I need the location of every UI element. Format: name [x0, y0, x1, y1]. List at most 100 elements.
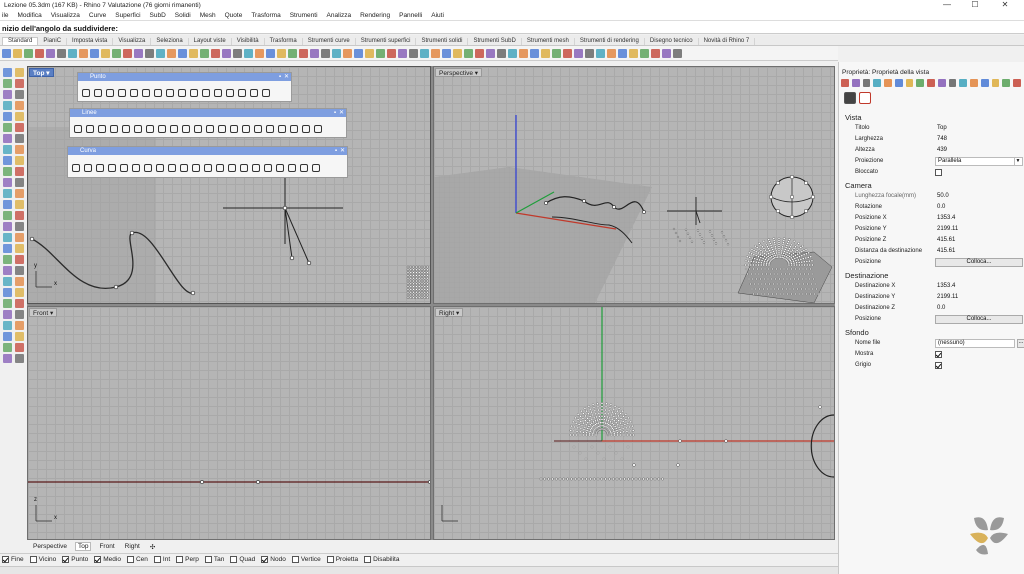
osnap-checkbox[interactable]: [94, 556, 102, 563]
point-object[interactable]: [596, 405, 600, 409]
point-object[interactable]: [582, 412, 585, 415]
point-object[interactable]: [423, 282, 426, 286]
point-object[interactable]: [798, 267, 801, 271]
point-object[interactable]: [700, 237, 704, 240]
drawing-tool-icon[interactable]: [254, 124, 262, 133]
drawing-tool-icon[interactable]: [120, 163, 128, 172]
toolbar-tool-icon[interactable]: [541, 48, 550, 58]
toolbar-tool-icon[interactable]: [68, 48, 77, 58]
point-object[interactable]: [577, 423, 581, 426]
toolbar-tool-icon[interactable]: [475, 48, 484, 58]
side-tool-icon[interactable]: [15, 156, 24, 165]
distanza-value[interactable]: 415.61: [935, 247, 1011, 256]
point-object[interactable]: [576, 418, 580, 421]
point-object[interactable]: [789, 277, 792, 281]
point-object[interactable]: [777, 245, 781, 248]
point-object[interactable]: [785, 287, 788, 291]
point-object[interactable]: [594, 419, 597, 422]
point-object[interactable]: [585, 429, 589, 432]
point-object[interactable]: [418, 282, 421, 286]
point-object[interactable]: [767, 292, 770, 296]
point-object[interactable]: [626, 422, 629, 425]
point-object[interactable]: [768, 194, 774, 200]
vtab-right[interactable]: Right: [123, 543, 142, 550]
tab-strumenti-curve[interactable]: Strumenti curve: [303, 38, 356, 45]
point-object[interactable]: [800, 287, 803, 291]
point-object[interactable]: [632, 429, 635, 432]
point-object[interactable]: [420, 290, 424, 294]
point-object[interactable]: [808, 263, 811, 267]
drawing-tool-icon[interactable]: [266, 124, 274, 133]
point-object[interactable]: [617, 419, 620, 422]
point-object[interactable]: [609, 413, 613, 417]
point-object[interactable]: [420, 265, 424, 269]
panel-tab-icon[interactable]: [927, 79, 935, 87]
point-object[interactable]: [543, 477, 547, 481]
osnap-checkbox[interactable]: [62, 556, 70, 563]
point-object[interactable]: [609, 403, 613, 406]
osnap-vicino[interactable]: Vicino: [29, 556, 56, 563]
point-object[interactable]: [757, 263, 760, 267]
point-object[interactable]: [415, 276, 418, 280]
point-object[interactable]: [753, 257, 756, 260]
point-object[interactable]: [780, 249, 783, 253]
point-object[interactable]: [754, 244, 757, 248]
point-object[interactable]: [801, 292, 804, 296]
point-object[interactable]: [619, 431, 622, 434]
point-object[interactable]: [418, 265, 421, 269]
vtab-perspective[interactable]: Perspective: [31, 543, 69, 550]
drawing-tool-icon[interactable]: [156, 163, 164, 172]
tab-trasforma[interactable]: Trasforma: [265, 38, 303, 45]
point-object[interactable]: [758, 242, 761, 245]
posy-value[interactable]: 2199.11: [935, 225, 1011, 234]
toolbar-tool-icon[interactable]: [486, 48, 495, 58]
toolbar-tool-icon[interactable]: [46, 48, 55, 58]
point-object[interactable]: [562, 477, 566, 481]
menu-mesh[interactable]: Mesh: [200, 12, 216, 19]
point-object[interactable]: [418, 285, 421, 288]
side-tool-icon[interactable]: [15, 266, 24, 275]
point-object[interactable]: [587, 405, 591, 408]
point-object[interactable]: [604, 405, 608, 409]
point-object[interactable]: [576, 413, 580, 416]
point-object[interactable]: [795, 249, 799, 252]
point-object[interactable]: [412, 268, 415, 272]
viewport-perspective-title[interactable]: Perspective ▾: [435, 68, 483, 77]
add-viewport-icon[interactable]: ✣: [148, 543, 157, 551]
point-object[interactable]: [572, 429, 576, 433]
point-object[interactable]: [628, 429, 632, 433]
point-object[interactable]: [678, 239, 682, 243]
osnap-fine[interactable]: Fine: [2, 556, 24, 563]
point-object[interactable]: [620, 457, 624, 461]
point-object[interactable]: [797, 247, 801, 251]
drawing-tool-icon[interactable]: [312, 163, 320, 172]
toolbar-tool-icon[interactable]: [376, 48, 385, 58]
drawing-tool-icon[interactable]: [238, 88, 246, 97]
panel-tab-icon[interactable]: [980, 79, 989, 87]
drawing-tool-icon[interactable]: [242, 124, 250, 133]
drawing-tool-icon[interactable]: [130, 88, 138, 97]
toolbar-tool-icon[interactable]: [629, 48, 638, 58]
point-object[interactable]: [774, 247, 777, 251]
point-object[interactable]: [420, 268, 424, 272]
toolbar-tool-icon[interactable]: [387, 48, 396, 58]
pin-icon[interactable]: ▪: [334, 109, 336, 117]
point-object[interactable]: [786, 267, 789, 271]
point-object[interactable]: [789, 194, 795, 200]
menu-analizza[interactable]: Analizza: [327, 12, 352, 19]
point-object[interactable]: [600, 477, 604, 481]
point-object[interactable]: [810, 259, 814, 262]
point-object[interactable]: [621, 409, 624, 413]
point-object[interactable]: [753, 282, 756, 286]
point-object[interactable]: [755, 277, 758, 281]
side-tool-icon[interactable]: [15, 123, 24, 132]
point-object[interactable]: [792, 261, 796, 265]
point-object[interactable]: [803, 272, 806, 276]
command-prompt[interactable]: nizio dell'angolo da suddividere:: [0, 20, 1024, 34]
point-object[interactable]: [586, 421, 589, 424]
point-object[interactable]: [751, 256, 754, 260]
point-object[interactable]: [605, 418, 608, 422]
point-object[interactable]: [769, 287, 773, 291]
point-object[interactable]: [794, 250, 797, 254]
point-object[interactable]: [412, 265, 415, 269]
